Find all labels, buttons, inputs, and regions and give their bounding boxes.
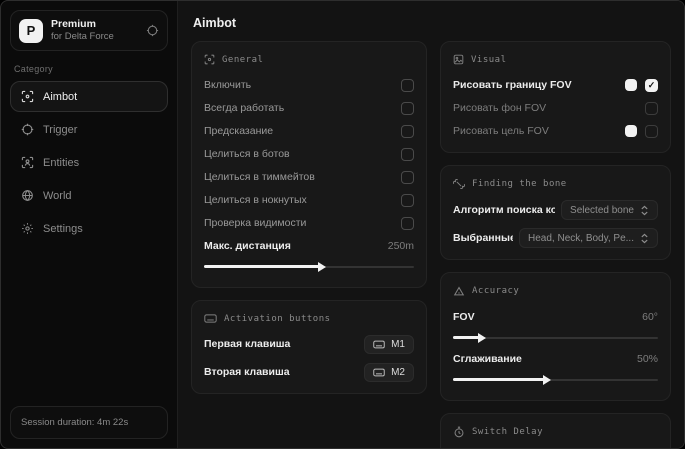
checkbox[interactable] [401, 216, 414, 230]
sidebar-item-label: Aimbot [43, 90, 78, 103]
visual-card: Visual Рисовать границу FOV Рисовать фон… [440, 41, 671, 153]
sidebar-item-entities[interactable]: Entities [10, 147, 168, 178]
visual-row: Рисовать фон FOV [453, 97, 658, 119]
sidebar-item-world[interactable]: World [10, 180, 168, 211]
toggle-row: Целиться в тиммейтов [204, 166, 414, 188]
entities-icon [21, 156, 34, 169]
checkbox[interactable] [401, 124, 414, 138]
switch-delay-card: Switch Delay Задержка переключения Задер… [440, 413, 671, 448]
globe-icon [21, 189, 34, 202]
color-swatch[interactable] [625, 79, 637, 91]
card-title: Visual [471, 54, 507, 65]
sidebar-item-label: Entities [43, 156, 80, 169]
sidebar-item-aimbot[interactable]: Aimbot [10, 81, 168, 112]
sidebar-item-label: Trigger [43, 123, 78, 136]
card-title: Accuracy [472, 286, 520, 296]
main-panel: Aimbot General Включить Всегда работать … [177, 1, 684, 448]
keyboard-icon [204, 313, 217, 324]
sidebar-item-label: World [43, 189, 72, 202]
slider-row: FOV 60° [453, 311, 658, 323]
slider-thumb[interactable] [317, 261, 326, 272]
color-swatch[interactable] [625, 125, 637, 137]
toggle-row: Целиться в ботов [204, 143, 414, 165]
category-label: Category [14, 64, 53, 74]
slider-value: 50% [636, 353, 658, 365]
dropdown-row: Выбранные кос Head, Neck, Body, Pe... [453, 227, 658, 249]
checkbox[interactable] [645, 78, 658, 92]
toggle-row: Включить [204, 74, 414, 96]
sidebar: P Premium for Delta Force Category Aimbo… [1, 1, 177, 448]
chevron-up-down-icon [640, 233, 649, 244]
slider-row: Сглаживание 50% [453, 353, 658, 365]
session-duration: Session duration: 4m 22s [10, 406, 168, 439]
card-title: Finding the bone [472, 179, 567, 189]
sidebar-item-label: Settings [43, 222, 83, 235]
target-icon[interactable] [146, 24, 159, 37]
sidebar-item-trigger[interactable]: Trigger [10, 114, 168, 145]
bone-algorithm-select[interactable]: Selected bone [561, 200, 658, 220]
general-card: General Включить Всегда работать Предска… [191, 41, 427, 288]
brand-name: Premium [51, 18, 96, 30]
max-distance-slider[interactable] [204, 261, 414, 272]
checkbox[interactable] [401, 147, 414, 161]
checkbox[interactable] [645, 124, 658, 138]
toggle-row: Предсказание [204, 120, 414, 142]
keybind-row: Вторая клавиша M2 [204, 361, 414, 383]
app-window: P Premium for Delta Force Category Aimbo… [0, 0, 685, 449]
sidebar-nav: Aimbot Trigger Entities World Settings [10, 81, 168, 244]
fov-slider[interactable] [453, 332, 658, 343]
triangle-ruler-icon [453, 285, 465, 297]
stopwatch-icon [453, 426, 465, 438]
trigger-icon [21, 123, 34, 136]
sidebar-item-settings[interactable]: Settings [10, 213, 168, 244]
activation-card: Activation buttons Первая клавиша M1 Вто… [191, 300, 427, 394]
gear-icon [21, 222, 34, 235]
checkbox[interactable] [401, 193, 414, 207]
slider-value: 250m [387, 240, 414, 252]
brand-logo: P [19, 18, 43, 43]
card-title: General [222, 54, 264, 65]
slider-thumb[interactable] [477, 332, 486, 343]
keybind-button-1[interactable]: M1 [364, 334, 414, 354]
checkbox[interactable] [401, 78, 414, 92]
slider-row: Макс. дистанция 250m [204, 240, 414, 252]
slider-thumb[interactable] [543, 374, 552, 385]
checkbox[interactable] [401, 101, 414, 115]
slider-value: 60° [642, 311, 658, 323]
toggle-row: Проверка видимости [204, 212, 414, 234]
accuracy-card: Accuracy FOV 60° Сглаживание 50% [440, 272, 671, 401]
keybind-row: Первая клавиша M1 [204, 333, 414, 355]
visual-row: Рисовать границу FOV [453, 74, 658, 96]
toggle-row: Всегда работать [204, 97, 414, 119]
image-icon [453, 54, 464, 65]
card-title: Switch Delay [472, 427, 544, 437]
keyboard-icon [373, 368, 385, 377]
selected-bones-select[interactable]: Head, Neck, Body, Pe... [519, 228, 658, 248]
chevron-up-down-icon [640, 205, 649, 216]
toggle-row: Целиться в нокнутых [204, 189, 414, 211]
bone-icon [453, 178, 465, 190]
toggle-row: Задержка переключения [453, 447, 658, 448]
brand-subtitle: for Delta Force [51, 31, 114, 43]
keyboard-icon [373, 340, 385, 349]
crosshair-icon [21, 90, 34, 103]
smoothing-slider[interactable] [453, 374, 658, 385]
dropdown-row: Алгоритм поиска кост Selected bone [453, 199, 658, 221]
brand-card: P Premium for Delta Force [10, 10, 168, 51]
page-title: Aimbot [193, 16, 237, 30]
crosshair-icon [204, 54, 215, 65]
card-title: Activation buttons [224, 313, 331, 324]
keybind-button-2[interactable]: M2 [364, 362, 414, 382]
checkbox[interactable] [401, 170, 414, 184]
visual-row: Рисовать цель FOV [453, 120, 658, 142]
bone-card: Finding the bone Алгоритм поиска кост Se… [440, 165, 671, 260]
checkbox[interactable] [645, 101, 658, 115]
